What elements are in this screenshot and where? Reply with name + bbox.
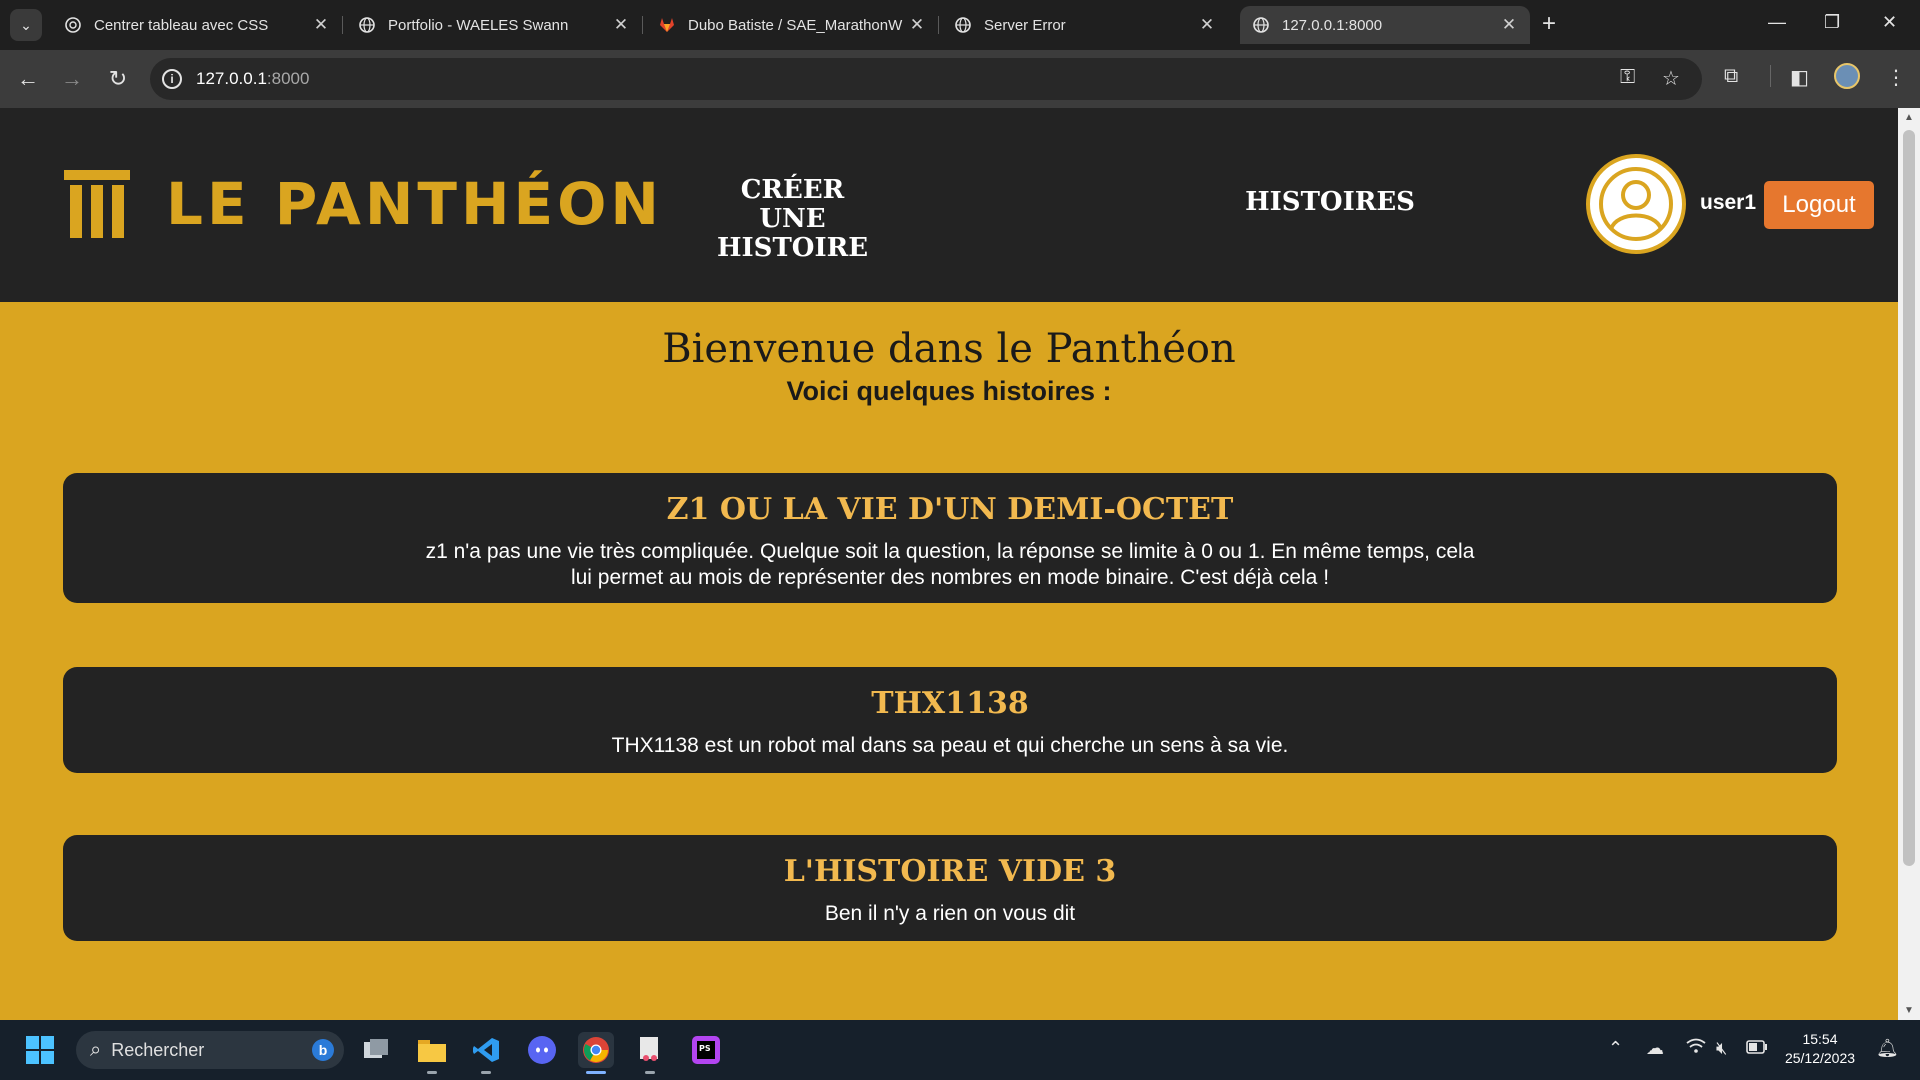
- globe-icon: [1252, 16, 1270, 34]
- toolbar-divider: [1770, 65, 1771, 87]
- search-icon: ⌕: [90, 1038, 102, 1061]
- password-key-icon[interactable]: ⚿: [1620, 66, 1635, 89]
- chevron-down-icon: ⌄: [20, 16, 32, 33]
- discord-icon[interactable]: [524, 1032, 560, 1068]
- onedrive-cloud-icon[interactable]: ☁: [1646, 1038, 1664, 1059]
- bookmark-star-icon[interactable]: ☆: [1662, 66, 1680, 91]
- extensions-icon[interactable]: ⧉: [1724, 65, 1738, 88]
- back-arrow-icon[interactable]: ←: [14, 65, 42, 93]
- close-icon[interactable]: ✕: [908, 15, 926, 35]
- browser-tab[interactable]: Centrer tableau avec CSS ✕: [52, 6, 342, 44]
- profile-avatar-icon[interactable]: [1834, 63, 1860, 89]
- story-description: Ben il n'y a rien on vous dit: [824, 902, 1076, 925]
- story-description: z1 n'a pas une vie très compliquée. Quel…: [425, 540, 1475, 589]
- scroll-down-icon[interactable]: ▼: [1904, 1005, 1914, 1016]
- taskbar: ⌕ Rechercher b PS ⌃ ☁ 🔇︎ 15:54 25/12/202…: [0, 1020, 1920, 1080]
- story-title[interactable]: L'HISTOIRE VIDE 3: [63, 853, 1837, 891]
- tab-search-button[interactable]: ⌄: [10, 9, 42, 41]
- logo-text: LE PANTHÉON: [166, 170, 663, 238]
- clock-date: 25/12/2023: [1784, 1050, 1856, 1066]
- vscode-icon[interactable]: [468, 1032, 504, 1074]
- search-placeholder: Rechercher: [111, 1039, 205, 1060]
- scrollbar-thumb[interactable]: [1903, 130, 1915, 866]
- site-logo[interactable]: LE PANTHÉON: [64, 170, 663, 238]
- close-icon[interactable]: ✕: [1500, 15, 1518, 35]
- restore-icon[interactable]: ❐: [1824, 12, 1840, 33]
- chrome-icon[interactable]: [578, 1032, 614, 1074]
- running-indicator: [427, 1071, 437, 1074]
- page-title: Bienvenue dans le Panthéon: [662, 326, 1236, 372]
- story-title[interactable]: Z1 OU LA VIE D'UN DEMI-OCTET: [63, 491, 1837, 529]
- tab-title: Portfolio - WAELES Swann: [388, 16, 569, 34]
- site-info-icon[interactable]: i: [162, 69, 182, 89]
- pillar-icon: [64, 170, 130, 238]
- browser-tab-strip: ⌄ Centrer tableau avec CSS ✕ Portfolio -…: [0, 0, 1920, 50]
- story-description: THX1138 est un robot mal dans sa peau et…: [611, 734, 1289, 757]
- close-icon[interactable]: ✕: [612, 15, 630, 35]
- page-subtitle: Voici quelques histoires :: [786, 376, 1112, 406]
- running-indicator: [586, 1071, 606, 1074]
- svg-text:PS: PS: [699, 1044, 711, 1053]
- story-card[interactable]: THX1138 THX1138 est un robot mal dans sa…: [63, 667, 1837, 773]
- more-menu-icon[interactable]: ⋮: [1886, 65, 1906, 90]
- notification-bell-icon[interactable]: 🔔︎: [1876, 1038, 1899, 1059]
- clock-time: 15:54: [1802, 1031, 1838, 1047]
- bing-icon: b: [312, 1039, 334, 1061]
- running-indicator: [645, 1071, 655, 1074]
- reload-icon[interactable]: ↻: [104, 65, 132, 93]
- chatgpt-icon: [64, 16, 82, 34]
- tab-separator: [642, 16, 643, 34]
- task-view-icon[interactable]: [358, 1032, 394, 1068]
- windows-start-icon[interactable]: [22, 1032, 58, 1068]
- running-indicator: [481, 1071, 491, 1074]
- gitlab-icon: [658, 16, 676, 34]
- scroll-up-icon[interactable]: ▲: [1904, 112, 1914, 123]
- file-explorer-icon[interactable]: [414, 1032, 450, 1074]
- globe-icon: [358, 16, 376, 34]
- address-bar[interactable]: i 127.0.0.1:8000 ⚿ ☆: [150, 58, 1702, 100]
- story-title[interactable]: THX1138: [63, 685, 1837, 723]
- new-tab-button[interactable]: +: [1542, 12, 1556, 36]
- url-text: 127.0.0.1:8000: [196, 69, 310, 88]
- snipping-tool-icon[interactable]: [632, 1032, 668, 1074]
- tab-separator: [342, 16, 343, 34]
- side-panel-icon[interactable]: ◧: [1790, 65, 1809, 90]
- tab-title: Dubo Batiste / SAE_MarathonW: [688, 16, 903, 34]
- page-scrollbar[interactable]: ▲ ▼: [1898, 108, 1920, 1020]
- tab-title: 127.0.0.1:8000: [1282, 16, 1383, 34]
- forward-arrow-icon[interactable]: →: [58, 65, 86, 93]
- logout-button[interactable]: Logout: [1764, 181, 1874, 229]
- close-icon[interactable]: ✕: [312, 15, 330, 35]
- close-icon[interactable]: ✕: [1198, 15, 1216, 35]
- speaker-muted-icon[interactable]: 🔇︎: [1716, 1038, 1727, 1059]
- taskbar-search[interactable]: ⌕ Rechercher b: [76, 1031, 344, 1069]
- site-header: LE PANTHÉON CRÉER UNE HISTOIRE HISTOIRES…: [0, 108, 1898, 302]
- tab-title: Centrer tableau avec CSS: [94, 16, 269, 34]
- wifi-icon[interactable]: [1686, 1038, 1706, 1059]
- browser-toolbar: ← → ↻ i 127.0.0.1:8000 ⚿ ☆ ⧉ ◧ ⋮: [0, 50, 1920, 108]
- browser-tab-active[interactable]: 127.0.0.1:8000 ✕: [1240, 6, 1530, 44]
- nav-histoires[interactable]: HISTOIRES: [1245, 188, 1415, 217]
- close-window-icon[interactable]: ✕: [1882, 12, 1897, 33]
- web-page: LE PANTHÉON CRÉER UNE HISTOIRE HISTOIRES…: [0, 108, 1898, 1020]
- minimize-icon[interactable]: —: [1768, 12, 1786, 33]
- tab-separator: [938, 16, 939, 34]
- tray-chevron-up-icon[interactable]: ⌃: [1608, 1038, 1623, 1059]
- user-avatar[interactable]: [1586, 154, 1686, 254]
- tab-title: Server Error: [984, 16, 1066, 34]
- globe-icon: [954, 16, 972, 34]
- story-card[interactable]: Z1 OU LA VIE D'UN DEMI-OCTET z1 n'a pas …: [63, 473, 1837, 603]
- browser-tab[interactable]: Server Error ✕: [942, 6, 1228, 44]
- phpstorm-icon[interactable]: PS: [688, 1032, 724, 1068]
- user-icon: [1599, 167, 1673, 241]
- username-label: user1: [1700, 191, 1757, 214]
- battery-icon[interactable]: [1746, 1038, 1768, 1059]
- story-card[interactable]: L'HISTOIRE VIDE 3 Ben il n'y a rien on v…: [63, 835, 1837, 941]
- browser-tab[interactable]: Portfolio - WAELES Swann ✕: [346, 6, 642, 44]
- browser-tab[interactable]: Dubo Batiste / SAE_MarathonW ✕: [646, 6, 938, 44]
- system-clock[interactable]: 15:54 25/12/2023: [1770, 1030, 1870, 1068]
- nav-create-story[interactable]: CRÉER UNE HISTOIRE: [710, 176, 875, 263]
